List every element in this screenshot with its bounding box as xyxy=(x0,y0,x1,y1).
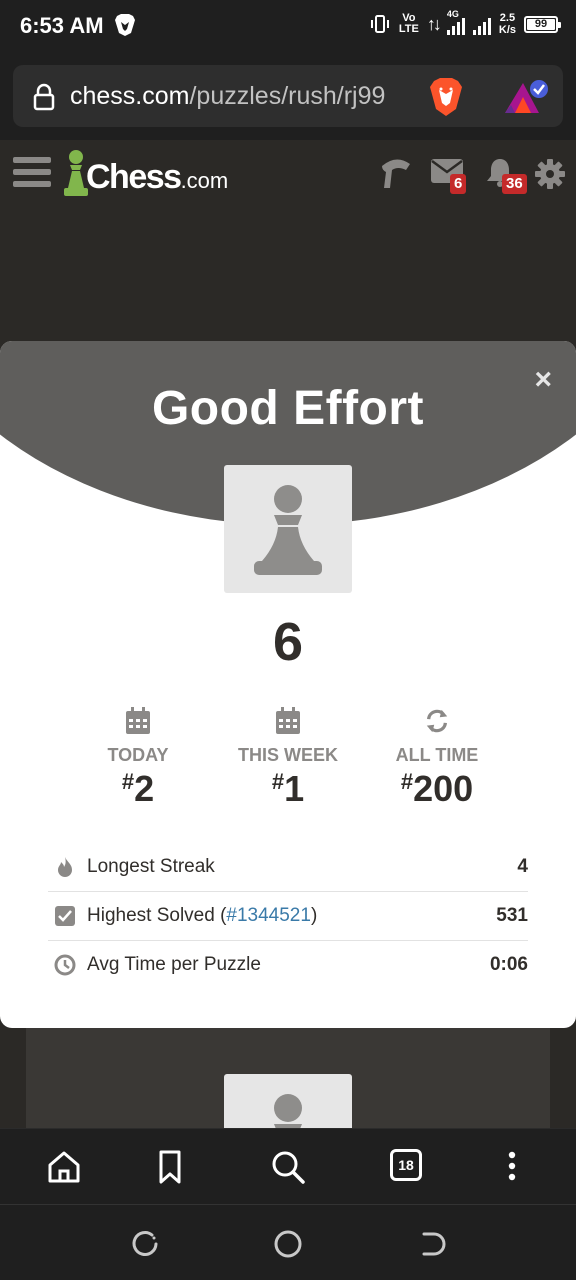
clock-icon xyxy=(54,954,76,976)
brave-notification-icon xyxy=(115,14,135,36)
brave-shields-icon[interactable] xyxy=(428,77,464,117)
underlying-pawn-avatar xyxy=(224,1074,352,1128)
data-arrows-icon: ↑↓ xyxy=(426,13,442,34)
logo-text: Chess.com xyxy=(86,158,229,196)
site-header: Chess.com 6 36 xyxy=(0,140,576,208)
signal-4g-icon: 4G xyxy=(446,9,465,35)
rank-label: TODAY xyxy=(107,745,169,765)
search-icon[interactable] xyxy=(270,1149,306,1185)
system-navigation-bar xyxy=(0,1204,576,1280)
modal-title: Good Effort xyxy=(151,382,425,435)
more-options-icon[interactable] xyxy=(494,1149,530,1185)
bookmark-icon[interactable] xyxy=(152,1149,188,1185)
notifications-badge: 36 xyxy=(502,174,527,194)
bat-rewards-icon[interactable] xyxy=(503,77,551,117)
stat-row-longest-streak: Longest Streak 4 xyxy=(48,843,528,892)
pawn-avatar xyxy=(224,465,352,593)
back-icon[interactable] xyxy=(416,1229,446,1259)
checkbox-icon xyxy=(55,906,75,926)
stat-row-avg-time: Avg Time per Puzzle 0:06 xyxy=(48,941,528,990)
home-nav-icon[interactable] xyxy=(273,1229,303,1259)
rank-today: TODAY #2 xyxy=(63,707,213,810)
stat-row-highest-solved: Highest Solved (#1344521) 531 xyxy=(48,892,528,941)
stat-label: Highest Solved (#1344521) xyxy=(87,905,318,926)
calendar-icon xyxy=(276,707,300,734)
pawn-icon xyxy=(254,485,322,575)
stats-list: Longest Streak 4 Highest Solved (#134452… xyxy=(48,843,528,990)
menu-icon[interactable] xyxy=(13,157,51,191)
chess-logo[interactable]: Chess.com xyxy=(62,148,240,200)
home-icon[interactable] xyxy=(46,1149,82,1185)
gear-icon[interactable] xyxy=(534,158,566,190)
status-time: 6:53 AM xyxy=(20,13,104,38)
url-text[interactable]: chess.com/puzzles/rush/rj99 xyxy=(70,82,385,111)
network-speed: 2.5 K/s xyxy=(498,12,516,36)
pawn-icon xyxy=(274,1094,302,1128)
puzzle-score: 6 xyxy=(272,612,304,672)
rank-value: #1 xyxy=(271,768,305,809)
browser-bottom-bar: 18 xyxy=(0,1128,576,1204)
calendar-icon xyxy=(126,707,150,734)
flame-icon xyxy=(58,857,72,877)
notifications-button[interactable]: 36 xyxy=(484,156,528,198)
refresh-icon xyxy=(426,709,448,733)
lock-icon[interactable] xyxy=(33,83,55,111)
tabs-button[interactable]: 18 xyxy=(390,1149,422,1181)
rank-label: THIS WEEK xyxy=(237,745,338,765)
rank-label: ALL TIME xyxy=(395,745,479,765)
stat-value: 0:06 xyxy=(489,954,528,975)
puzzle-piece-icon[interactable] xyxy=(378,156,414,192)
stat-value: 531 xyxy=(496,905,528,926)
vibrate-icon xyxy=(370,15,389,33)
url-bar[interactable]: chess.com/puzzles/rush/rj99 xyxy=(13,65,563,127)
status-bar: 6:53 AM Vo LTE ↑↓ 4G 2.5 K/s 99 xyxy=(0,0,576,52)
stat-value: 4 xyxy=(517,856,528,877)
stat-label: Avg Time per Puzzle xyxy=(87,954,261,975)
recents-icon[interactable] xyxy=(130,1229,160,1259)
messages-button[interactable]: 6 xyxy=(430,158,472,198)
stat-label: Longest Streak xyxy=(87,856,215,877)
rank-this-week: THIS WEEK #1 xyxy=(213,707,363,810)
rank-all-time: ALL TIME #200 xyxy=(362,707,512,810)
battery-icon: 99 xyxy=(524,15,561,33)
result-modal: × Good Effort 6 TODAY #2 THIS WEEK #1 AL… xyxy=(0,341,576,1028)
puzzle-link[interactable]: #1344521 xyxy=(226,905,311,926)
browser-toolbar: chess.com/puzzles/rush/rj99 xyxy=(0,52,576,140)
volte-indicator: Vo LTE xyxy=(398,12,419,35)
rank-value: #200 xyxy=(400,768,474,809)
status-icons: Vo LTE ↑↓ 4G 2.5 K/s 99 xyxy=(369,9,561,36)
rank-value: #2 xyxy=(121,768,155,809)
signal-icon xyxy=(472,13,491,35)
messages-badge: 6 xyxy=(450,174,467,194)
